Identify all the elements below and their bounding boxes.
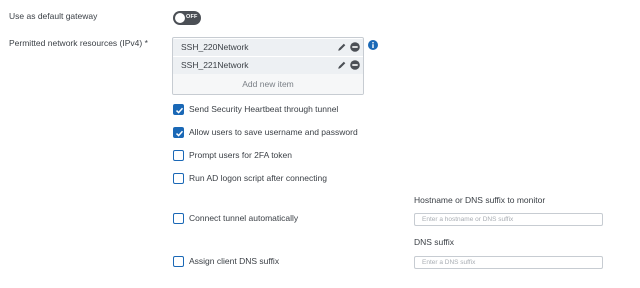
connect-automatically-label: Connect tunnel automatically bbox=[189, 213, 299, 223]
pencil-icon[interactable] bbox=[337, 42, 347, 52]
toggle-knob bbox=[175, 13, 185, 23]
allow-save-credentials-label: Allow users to save username and passwor… bbox=[189, 127, 358, 137]
run-ad-logon-label: Run AD logon script after connecting bbox=[189, 173, 327, 183]
hostname-monitor-label: Hostname or DNS suffix to monitor bbox=[414, 195, 546, 205]
minus-circle-icon[interactable] bbox=[350, 42, 360, 52]
minus-circle-icon[interactable] bbox=[350, 60, 360, 70]
checkmark-icon bbox=[175, 130, 184, 137]
dns-suffix-label: DNS suffix bbox=[414, 237, 454, 247]
dns-suffix-input[interactable] bbox=[414, 256, 603, 269]
add-new-item-button[interactable]: Add new item bbox=[173, 74, 363, 94]
prompt-2fa-checkbox[interactable] bbox=[173, 150, 184, 161]
hostname-monitor-input[interactable] bbox=[414, 213, 603, 226]
permitted-resources-list: SSH_220Network SSH_221Network Add new it… bbox=[172, 37, 364, 95]
default-gateway-toggle[interactable]: OFF bbox=[173, 11, 201, 25]
run-ad-logon-checkbox[interactable] bbox=[173, 173, 184, 184]
assign-dns-suffix-checkbox[interactable] bbox=[173, 256, 184, 267]
prompt-2fa-label: Prompt users for 2FA token bbox=[189, 150, 292, 160]
resource-item-name: SSH_221Network bbox=[181, 60, 249, 70]
send-heartbeat-checkbox[interactable] bbox=[173, 104, 184, 115]
allow-save-credentials-checkbox[interactable] bbox=[173, 127, 184, 138]
info-icon[interactable] bbox=[368, 40, 378, 50]
pencil-icon[interactable] bbox=[337, 60, 347, 70]
connect-automatically-checkbox[interactable] bbox=[173, 213, 184, 224]
toggle-state-text: OFF bbox=[186, 14, 198, 20]
checkmark-icon bbox=[175, 107, 184, 114]
resource-item-name: SSH_220Network bbox=[181, 42, 249, 52]
permitted-resources-label: Permitted network resources (IPv4) * bbox=[9, 38, 148, 48]
default-gateway-label: Use as default gateway bbox=[9, 11, 98, 21]
send-heartbeat-label: Send Security Heartbeat through tunnel bbox=[189, 104, 339, 114]
resource-item[interactable]: SSH_221Network bbox=[173, 57, 363, 74]
assign-dns-suffix-label: Assign client DNS suffix bbox=[189, 256, 280, 266]
resource-item[interactable]: SSH_220Network bbox=[173, 39, 363, 56]
